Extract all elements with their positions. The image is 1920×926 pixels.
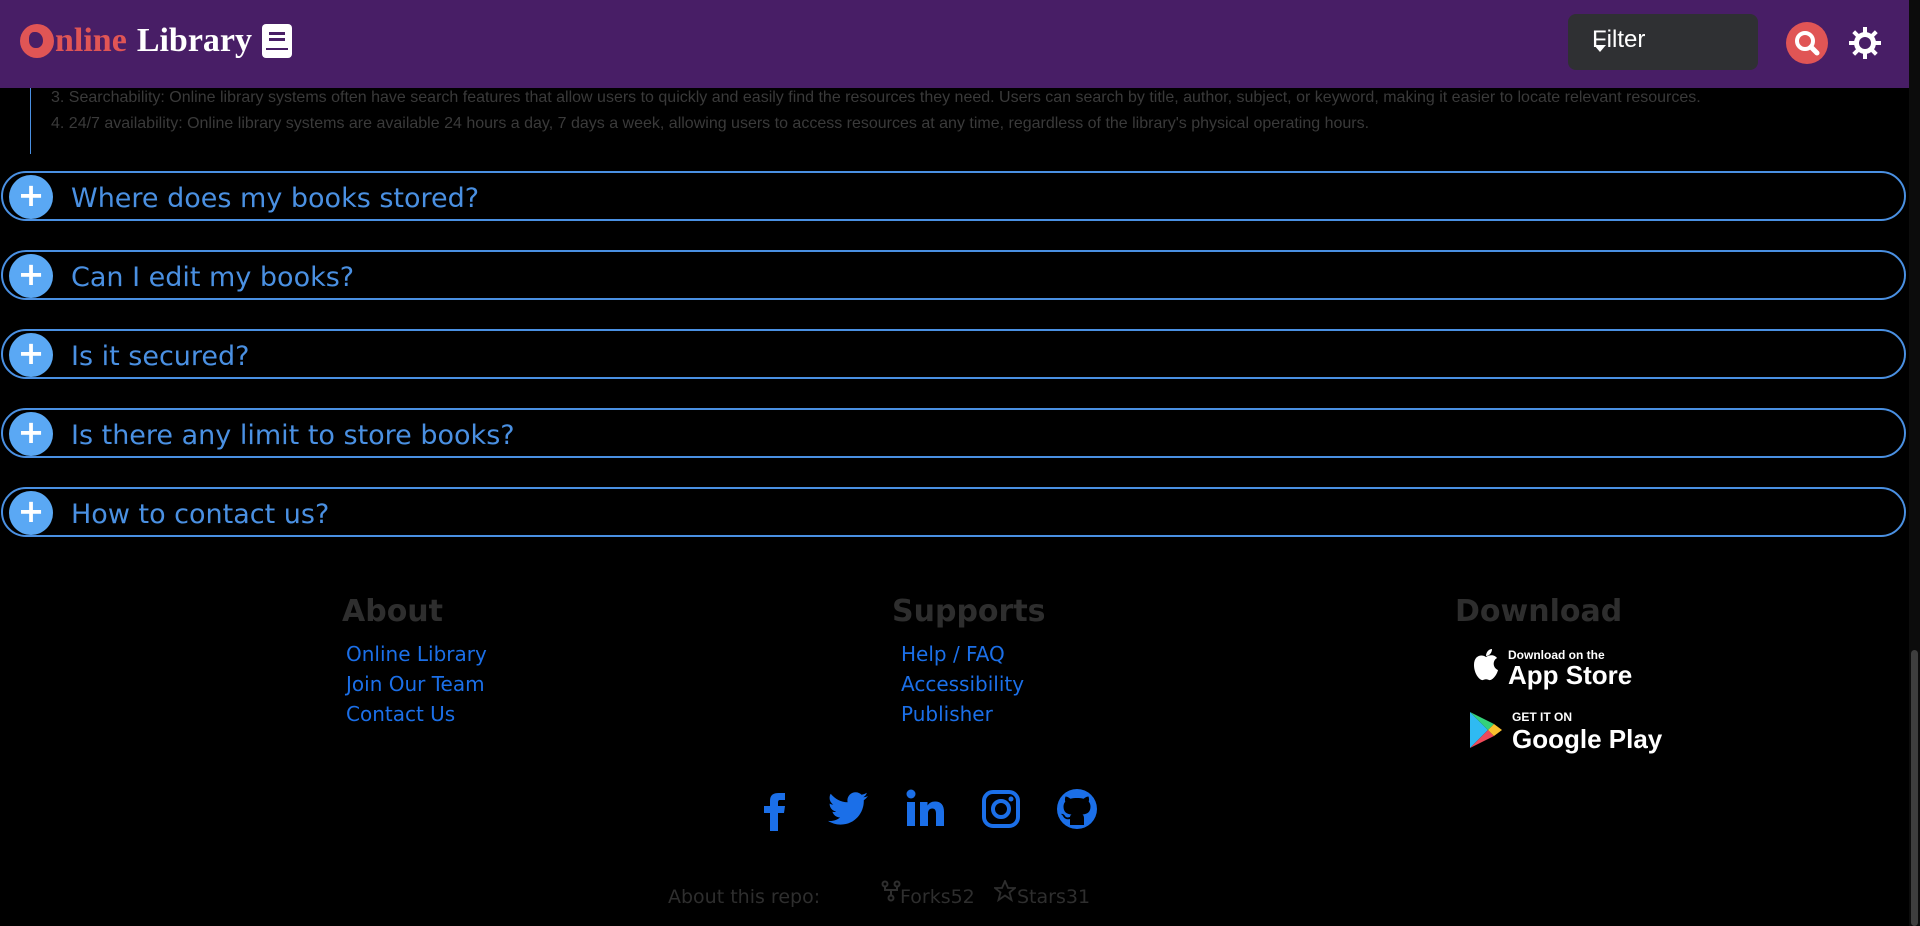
filter-dropdown[interactable]: Filter bbox=[1568, 14, 1758, 70]
google-play-big-text: Google Play bbox=[1512, 724, 1663, 754]
footer-link-contact-us[interactable]: Contact Us bbox=[346, 702, 455, 726]
instagram-icon[interactable] bbox=[977, 785, 1025, 833]
repo-label: About this repo: bbox=[668, 886, 821, 908]
footer-link-help-faq[interactable]: Help / FAQ bbox=[901, 642, 1005, 666]
google-play-small-text: GET IT ON bbox=[1512, 710, 1572, 724]
plus-icon[interactable]: + bbox=[9, 175, 53, 219]
faq-item[interactable]: + Where does my books stored? bbox=[1, 171, 1906, 221]
answer-line: 4. 24/7 availability: Online library sys… bbox=[51, 115, 1370, 132]
plus-icon[interactable]: + bbox=[9, 491, 53, 535]
footer-link-online-library[interactable]: Online Library bbox=[346, 642, 487, 666]
answer-line: 3. Searchability: Online library systems… bbox=[51, 89, 1701, 106]
faq-question: Where does my books stored? bbox=[71, 183, 480, 214]
theme-toggle-sun-icon[interactable] bbox=[1848, 26, 1882, 60]
page-scrollbar[interactable] bbox=[1909, 0, 1920, 926]
footer-supports-title: Supports bbox=[892, 594, 1046, 629]
faq-question: Can I edit my books? bbox=[71, 262, 355, 293]
faq-question: Is it secured? bbox=[71, 341, 250, 372]
plus-icon[interactable]: + bbox=[9, 412, 53, 456]
repo-forks[interactable]: Forks52 bbox=[900, 886, 975, 908]
google-play-badge[interactable]: GET IT ON Google Play bbox=[1468, 708, 1668, 754]
logo-text-library: Library bbox=[136, 22, 253, 59]
plus-icon[interactable]: + bbox=[9, 254, 53, 298]
logo-text-online: nline bbox=[55, 22, 127, 59]
faq-question: How to contact us? bbox=[71, 499, 330, 530]
footer-link-accessibility[interactable]: Accessibility bbox=[901, 672, 1024, 696]
faq-item[interactable]: + Can I edit my books? bbox=[1, 250, 1906, 300]
plus-icon[interactable]: + bbox=[9, 333, 53, 377]
search-icon bbox=[1795, 31, 1820, 56]
search-button[interactable] bbox=[1786, 22, 1828, 64]
caret-down-icon bbox=[1594, 44, 1606, 52]
scrollbar-thumb[interactable] bbox=[1911, 650, 1918, 926]
github-icon[interactable] bbox=[1053, 785, 1101, 833]
site-logo[interactable]: nline Library bbox=[20, 18, 293, 64]
footer-download-title: Download bbox=[1455, 594, 1623, 629]
faq-item[interactable]: + How to contact us? bbox=[1, 487, 1906, 537]
app-store-big-text: App Store bbox=[1508, 660, 1633, 690]
repo-stars[interactable]: Stars31 bbox=[1017, 886, 1090, 908]
footer-link-join-team[interactable]: Join Our Team bbox=[346, 672, 485, 696]
faq-item[interactable]: + Is there any limit to store books? bbox=[1, 408, 1906, 458]
facebook-icon[interactable] bbox=[751, 785, 799, 833]
apple-icon bbox=[1474, 649, 1498, 681]
top-navbar: nline Library Filter bbox=[0, 0, 1909, 88]
app-store-badge[interactable]: Download on the App Store bbox=[1468, 644, 1658, 690]
footer-link-publisher[interactable]: Publisher bbox=[901, 702, 993, 726]
faq-answer: 3. Searchability: Online library systems… bbox=[30, 88, 1901, 154]
fork-icon bbox=[881, 880, 901, 902]
book-icon bbox=[262, 24, 293, 58]
star-icon bbox=[994, 880, 1016, 902]
linkedin-icon[interactable] bbox=[902, 785, 950, 833]
faq-item[interactable]: + Is it secured? bbox=[1, 329, 1906, 379]
globe-icon bbox=[20, 24, 54, 58]
faq-question: Is there any limit to store books? bbox=[71, 420, 515, 451]
footer-about-title: About bbox=[342, 594, 444, 629]
twitter-icon[interactable] bbox=[824, 785, 872, 833]
google-play-icon bbox=[1470, 712, 1502, 748]
